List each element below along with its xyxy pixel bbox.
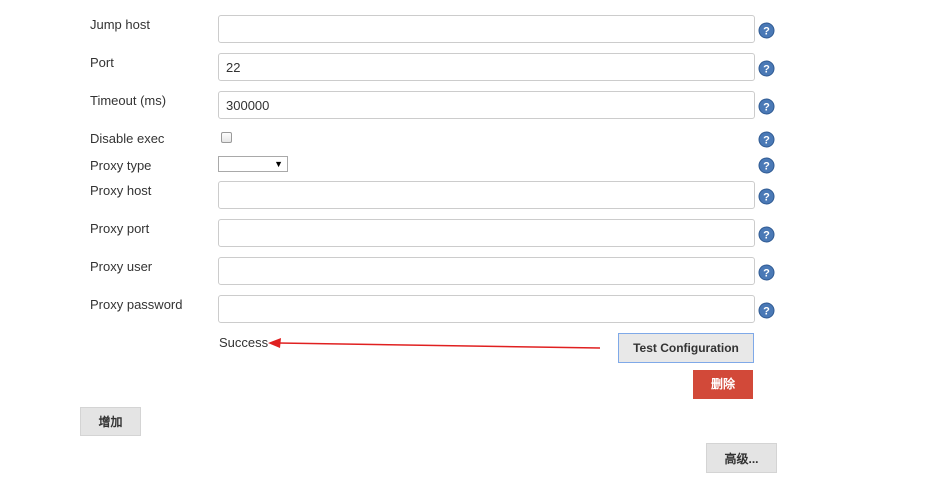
proxy-host-input[interactable] [218,181,755,209]
advanced-button[interactable]: 高级... [706,443,777,473]
svg-text:?: ? [763,161,770,173]
timeout-input[interactable] [218,91,755,119]
proxy-type-select[interactable]: ▼ [218,156,288,172]
svg-text:?: ? [763,230,770,242]
delete-button[interactable]: 删除 [693,370,753,399]
svg-text:?: ? [763,26,770,38]
svg-text:?: ? [763,192,770,204]
label-proxy-port: Proxy port [90,221,150,236]
svg-text:?: ? [763,64,770,76]
help-icon[interactable]: ? [758,131,775,148]
svg-text:?: ? [763,268,770,280]
help-icon[interactable]: ? [758,302,775,319]
label-proxy-type: Proxy type [90,158,152,173]
disable-exec-checkbox[interactable] [221,132,232,143]
label-proxy-password: Proxy password [90,297,183,312]
label-disable-exec: Disable exec [90,131,165,146]
help-icon[interactable]: ? [758,22,775,39]
help-icon[interactable]: ? [758,98,775,115]
proxy-port-input[interactable] [218,219,755,247]
red-arrow-annotation-icon [268,338,601,349]
svg-text:?: ? [763,135,770,147]
chevron-down-icon: ▼ [274,159,283,169]
help-icon[interactable]: ? [758,60,775,77]
jump-host-input[interactable] [218,15,755,43]
label-jump-host: Jump host [90,17,150,32]
proxy-user-input[interactable] [218,257,755,285]
proxy-password-input[interactable] [218,295,755,323]
help-icon[interactable]: ? [758,226,775,243]
label-port: Port [90,55,114,70]
label-proxy-host: Proxy host [90,183,152,198]
label-timeout: Timeout (ms) [90,93,167,108]
help-icon[interactable]: ? [758,188,775,205]
port-input[interactable] [218,53,755,81]
test-status-text: Success [219,335,269,350]
help-icon[interactable]: ? [758,264,775,281]
label-proxy-user: Proxy user [90,259,153,274]
help-icon[interactable]: ? [758,157,775,174]
svg-text:?: ? [763,102,770,114]
test-configuration-button[interactable]: Test Configuration [618,333,754,363]
add-button[interactable]: 增加 [80,407,141,436]
svg-text:?: ? [763,306,770,318]
